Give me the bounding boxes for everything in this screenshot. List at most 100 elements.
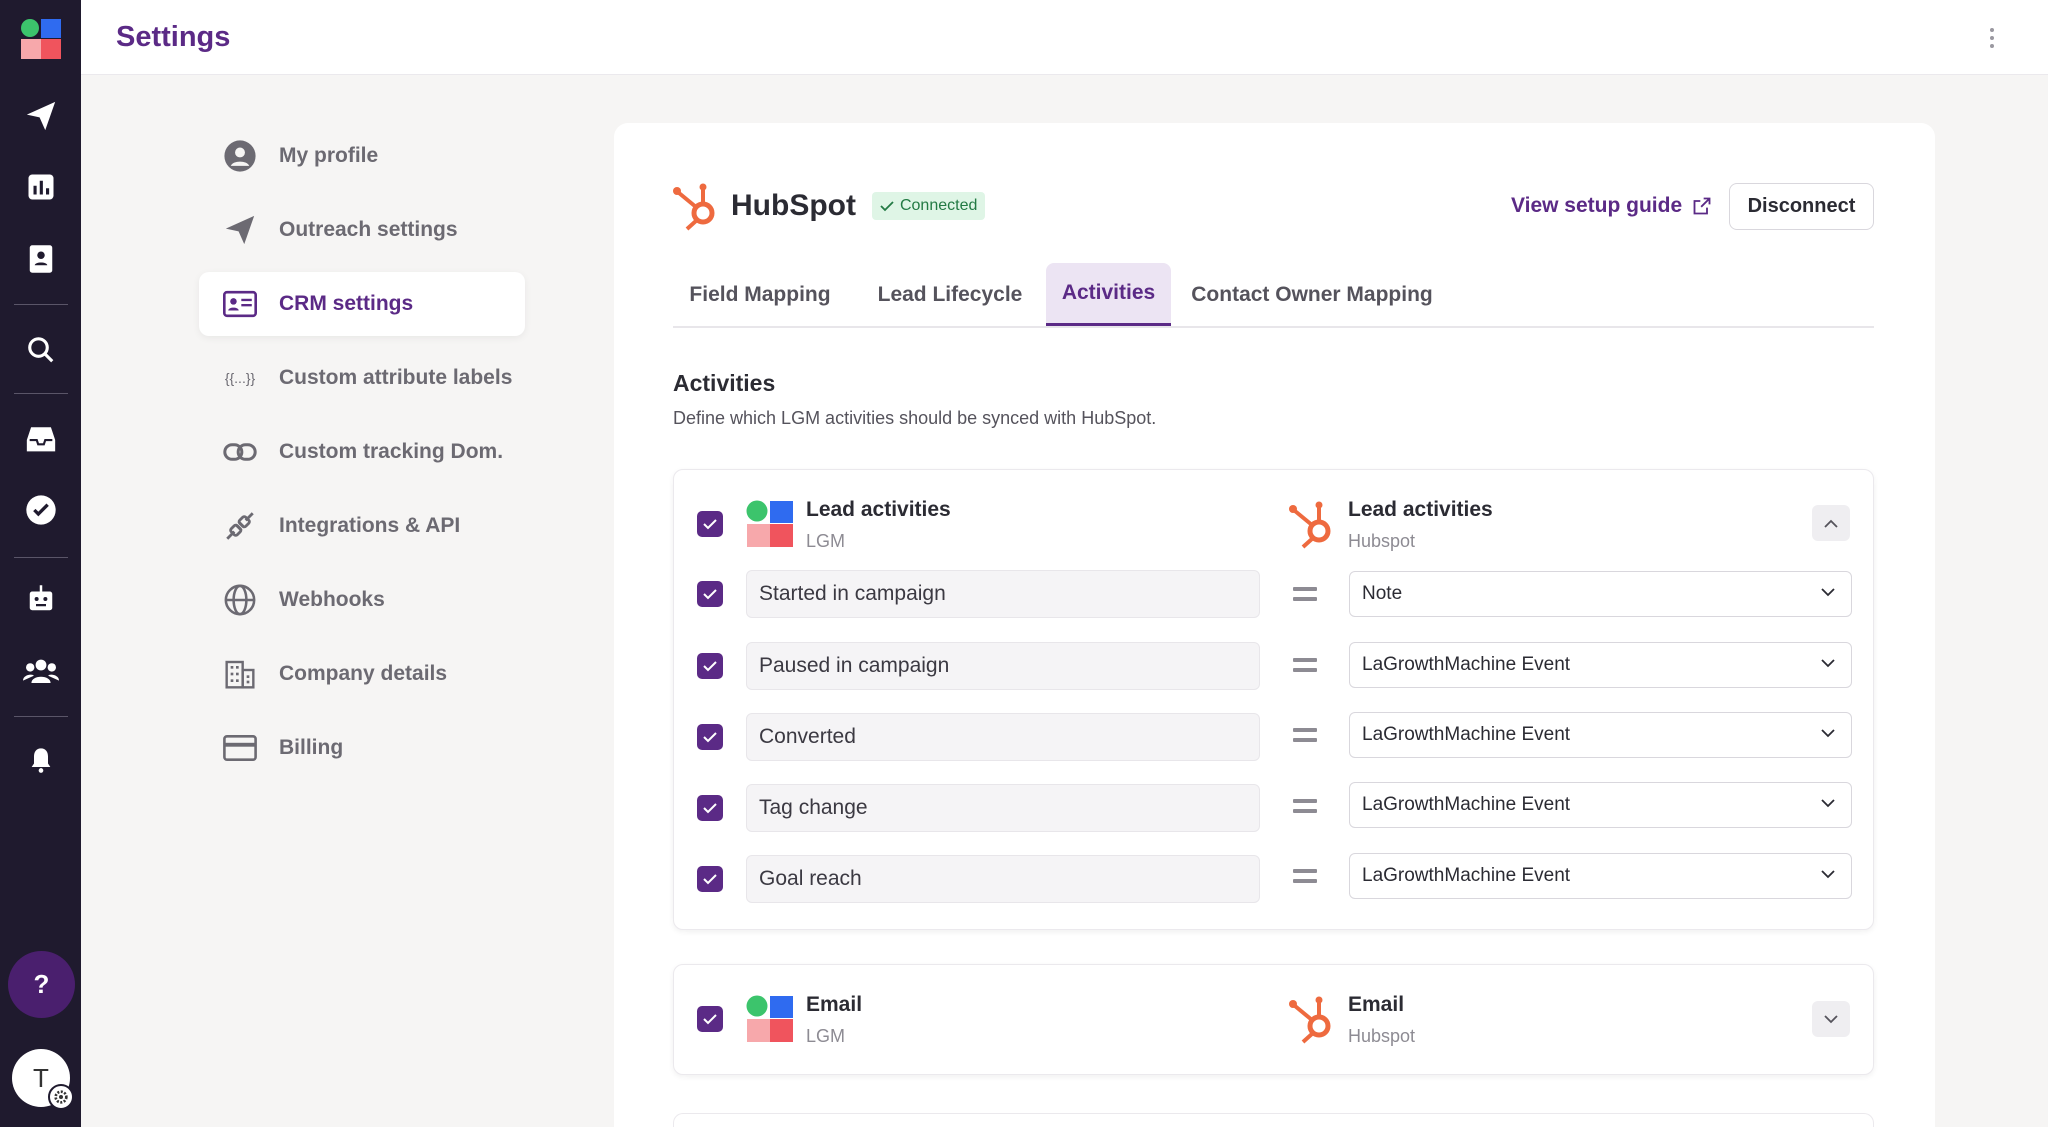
nav-item-label: Company details [279,662,448,685]
mapping-select-value: LaGrowthMachine Event [1362,794,1571,815]
tab-activities[interactable]: Activities [1046,263,1171,326]
section-title: Activities [673,370,776,396]
mapping-select-value: Note [1362,583,1403,604]
building-icon [223,657,257,691]
status-label: Connected [899,197,978,214]
gear-icon[interactable] [48,1084,74,1110]
contacts-icon[interactable] [22,240,60,278]
nav-item-webhooks[interactable]: Webhooks [199,568,525,632]
nav-item-label: Billing [279,736,344,759]
check-icon [703,732,717,743]
nav-item-integrations-api[interactable]: Integrations & API [199,494,525,558]
nav-item-outreach-settings[interactable]: Outreach settings [199,198,525,262]
nav-item-crm-settings[interactable]: CRM settings [199,272,525,336]
equals-icon [1293,587,1317,601]
nav-item-label: Webhooks [279,588,385,611]
mapping-select-value: LaGrowthMachine Event [1362,865,1571,886]
page-title: Settings [116,21,231,53]
chevron-down-icon [1821,870,1835,879]
group-right-title: Email [1348,993,1405,1016]
setup-guide-link[interactable]: View setup guide [1511,194,1712,218]
link-icon [223,435,257,469]
disconnect-button[interactable]: Disconnect [1729,183,1874,230]
tab-field-mapping[interactable]: Field Mapping [673,263,847,326]
group-right-subtitle: Hubspot [1348,1026,1416,1046]
app-rail: ? T [0,0,81,1127]
hubspot-logo-icon [1289,996,1331,1044]
tasks-check-icon[interactable] [22,491,60,529]
row-checkbox[interactable] [697,866,723,892]
nav-item-custom-tracking-domain[interactable]: Custom tracking Dom. [199,420,525,484]
activity-field: Goal reach [746,855,1260,903]
avatar-initial: T [33,1062,49,1093]
nav-item-label: Outreach settings [279,218,458,241]
help-button[interactable]: ? [8,951,75,1018]
nav-item-billing[interactable]: Billing [199,716,525,780]
activity-group-email: Email LGM Email Hubspot [673,964,1874,1075]
setup-guide-label: View setup guide [1511,194,1683,217]
contact-card-icon [223,287,257,321]
row-checkbox[interactable] [697,653,723,679]
nav-item-my-profile[interactable]: My profile [199,124,525,188]
tab-lead-lifecycle[interactable]: Lead Lifecycle [864,263,1036,326]
globe-icon [223,583,257,617]
mapping-select[interactable]: Note [1349,571,1852,617]
check-icon [703,1014,717,1025]
row-checkbox[interactable] [697,795,723,821]
nav-item-label: Custom attribute labels [279,366,513,389]
nav-item-company-details[interactable]: Company details [199,642,525,706]
equals-icon [1293,658,1317,672]
team-icon[interactable] [22,652,60,690]
tab-contact-owner-mapping[interactable]: Contact Owner Mapping [1181,263,1443,326]
bell-icon[interactable] [22,741,60,779]
collapse-button[interactable] [1812,505,1850,541]
nav-item-custom-attribute-labels[interactable]: {{...}} Custom attribute labels [199,346,525,410]
chevron-down-icon [1821,659,1835,668]
equals-icon [1293,869,1317,883]
group-left-title: Email [806,993,863,1016]
group-left-title: Lead activities [806,498,951,521]
credit-card-icon [223,731,257,765]
activity-field: Paused in campaign [746,642,1260,690]
mapping-select[interactable]: LaGrowthMachine Event [1349,853,1852,899]
activity-group-lead-activities: Lead activities LGM Lead activities Hubs… [673,469,1874,930]
row-checkbox[interactable] [697,724,723,750]
mapping-select[interactable]: LaGrowthMachine Event [1349,712,1852,758]
inbox-icon[interactable] [22,421,60,459]
chevron-down-icon [1821,588,1835,597]
group-checkbox[interactable] [697,511,723,537]
equals-icon [1293,728,1317,742]
user-circle-icon [223,139,257,173]
mapping-select[interactable]: LaGrowthMachine Event [1349,782,1852,828]
more-options-icon[interactable] [1988,26,1996,50]
section-description: Define which LGM activities should be sy… [673,408,1157,428]
plug-icon [223,509,257,543]
group-right-subtitle: Hubspot [1348,531,1416,551]
lgm-logo-icon [746,995,793,1042]
chevron-down-icon [1821,799,1835,808]
lgm-logo-icon [746,500,793,547]
equals-icon [1293,799,1317,813]
mapping-select-value: LaGrowthMachine Event [1362,724,1571,745]
campaigns-icon[interactable] [22,97,60,135]
crm-settings-card: HubSpot Connected View setup guide Disco… [614,123,1935,1127]
mapping-select[interactable]: LaGrowthMachine Event [1349,642,1852,688]
analytics-icon[interactable] [22,168,60,206]
settings-nav: My profile Outreach settings CRM setting… [199,124,525,790]
help-label: ? [33,969,50,999]
activity-field: Started in campaign [746,570,1260,618]
robot-icon[interactable] [22,580,60,618]
curly-braces-icon: {{...}} [224,370,256,386]
group-checkbox[interactable] [697,1006,723,1032]
check-icon [703,874,717,885]
chevron-down-icon [1821,729,1835,738]
lgm-logo[interactable] [20,18,62,60]
search-icon[interactable] [22,331,60,369]
external-link-icon [1693,197,1711,215]
row-checkbox[interactable] [697,581,723,607]
group-right-title: Lead activities [1348,498,1493,521]
check-icon [703,519,717,530]
status-badge: Connected [871,192,986,220]
expand-button[interactable] [1812,1001,1850,1037]
activity-field: Tag change [746,784,1260,832]
